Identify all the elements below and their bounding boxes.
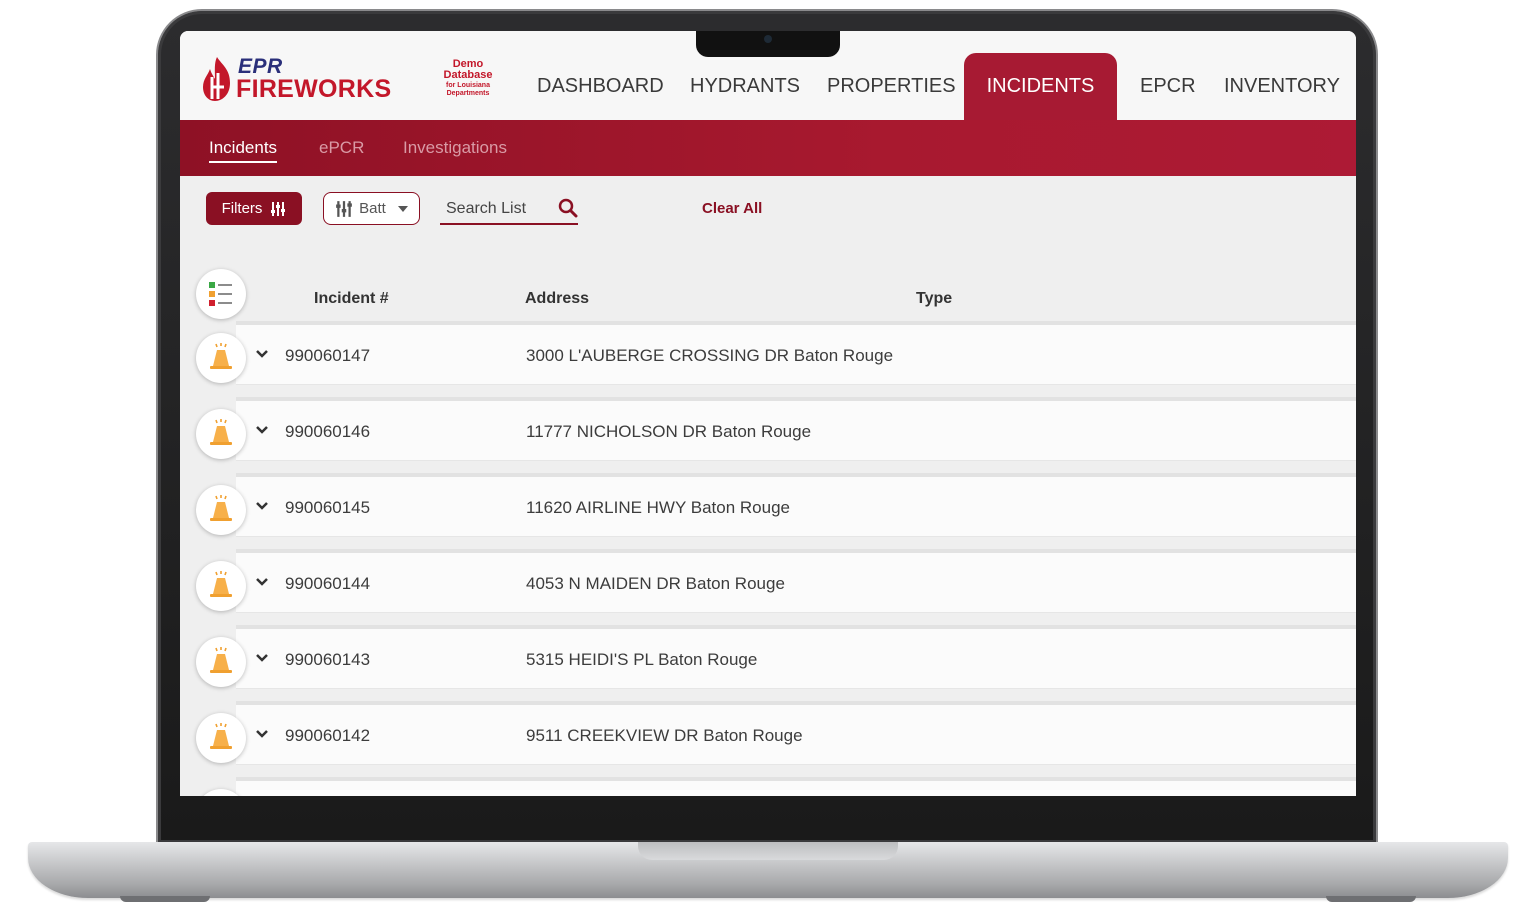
table-row[interactable]: 990060142 9511 CREEKVIEW DR Baton Rouge <box>236 701 1356 765</box>
list-legend-icon <box>209 282 232 306</box>
incident-status-icon[interactable] <box>196 637 246 687</box>
batt-dropdown[interactable]: Batt <box>323 192 420 225</box>
demo-database-badge: Demo Database for Louisiana Departments <box>438 59 498 98</box>
search-input[interactable] <box>440 194 552 223</box>
table-row[interactable]: 990060143 5315 HEIDI'S PL Baton Rouge <box>236 625 1356 689</box>
incident-number: 990060142 <box>285 726 371 745</box>
demo-badge-line4: Departments <box>446 90 490 97</box>
incident-address: 4053 N MAIDEN DR Baton Rouge <box>526 574 785 593</box>
incident-address: 5315 HEIDI'S PL Baton Rouge <box>526 650 758 669</box>
incident-number: 990060146 <box>285 422 371 441</box>
nav-incidents[interactable]: INCIDENTS <box>964 53 1117 120</box>
demo-badge-line2: Database <box>443 69 493 81</box>
alarm-icon <box>210 571 232 597</box>
status-legend-button[interactable] <box>196 269 246 319</box>
caret-down-icon <box>397 205 408 212</box>
incident-address: 9511 CREEKVIEW DR Baton Rouge <box>526 726 803 745</box>
subtab-epcr[interactable]: ePCR <box>319 138 364 158</box>
sub-navigation-bar: Incidents ePCR Investigations <box>180 120 1356 176</box>
table-row[interactable]: 990060147 3000 L'AUBERGE CROSSING DR Bat… <box>236 321 1356 385</box>
laptop-hinge-notch <box>638 842 898 860</box>
chevron-down-icon[interactable] <box>256 501 268 511</box>
search-field <box>440 194 578 225</box>
sliders-icon <box>271 201 286 216</box>
nav-properties[interactable]: PROPERTIES <box>827 53 956 120</box>
chevron-down-icon[interactable] <box>256 349 268 359</box>
logo-fireworks-text: FIREWORKS <box>236 75 392 103</box>
nav-epcr[interactable]: EPCR <box>1140 53 1196 120</box>
incident-number: 990060145 <box>285 498 371 517</box>
incident-status-icon[interactable] <box>196 485 246 535</box>
incident-address: 11620 AIRLINE HWY Baton Rouge <box>526 498 790 517</box>
alarm-icon <box>210 495 232 521</box>
nav-hydrants[interactable]: HYDRANTS <box>690 53 800 120</box>
table-row[interactable]: 990060145 11620 AIRLINE HWY Baton Rouge <box>236 473 1356 537</box>
laptop-screen: EPR FIREWORKS Demo Database for Louisian… <box>180 31 1356 796</box>
laptop-foot-left <box>120 896 210 902</box>
camera-icon <box>764 35 772 43</box>
clear-all-button[interactable]: Clear All <box>702 200 762 217</box>
incident-number: 990060147 <box>285 346 371 365</box>
incident-number: 990060143 <box>285 650 371 669</box>
nav-dashboard[interactable]: DASHBOARD <box>537 53 664 120</box>
chevron-down-icon[interactable] <box>256 653 268 663</box>
incident-number: 990060144 <box>285 574 371 593</box>
sliders-icon <box>336 200 353 217</box>
table-row[interactable]: 990060146 11777 NICHOLSON DR Baton Rouge <box>236 397 1356 461</box>
search-icon[interactable] <box>558 198 578 218</box>
alarm-icon <box>210 723 232 749</box>
alarm-icon <box>210 419 232 445</box>
flame-icon <box>203 57 230 101</box>
incident-status-icon[interactable] <box>196 333 246 383</box>
incident-address: 11777 NICHOLSON DR Baton Rouge <box>526 422 812 441</box>
epr-fireworks-logo[interactable]: EPR FIREWORKS <box>200 53 391 105</box>
filters-button-label: Filters <box>221 200 263 217</box>
camera-notch <box>696 31 840 57</box>
incident-status-icon[interactable] <box>196 561 246 611</box>
table-row[interactable] <box>236 777 1356 796</box>
alarm-icon <box>210 343 232 369</box>
chevron-down-icon[interactable] <box>256 425 268 435</box>
incident-address: 3000 L'AUBERGE CROSSING DR Baton Rouge <box>526 346 894 365</box>
incident-status-icon[interactable] <box>196 409 246 459</box>
batt-dropdown-label: Batt <box>359 200 386 217</box>
laptop-foot-right <box>1326 896 1416 902</box>
subtab-incidents[interactable]: Incidents <box>209 138 278 163</box>
column-header-address[interactable]: Address <box>525 290 589 308</box>
column-header-incident[interactable]: Incident # <box>314 290 389 308</box>
nav-inventory[interactable]: INVENTORY <box>1224 53 1340 120</box>
column-header-type[interactable]: Type <box>916 290 952 308</box>
table-row[interactable]: 990060144 4053 N MAIDEN DR Baton Rouge <box>236 549 1356 613</box>
alarm-icon <box>210 647 232 673</box>
chevron-down-icon[interactable] <box>256 577 268 587</box>
filters-button[interactable]: Filters <box>206 192 302 225</box>
incident-status-icon[interactable] <box>196 713 246 763</box>
demo-badge-line3: for Louisiana <box>446 82 490 89</box>
subtab-investigations[interactable]: Investigations <box>403 138 507 158</box>
chevron-down-icon[interactable] <box>256 729 268 739</box>
